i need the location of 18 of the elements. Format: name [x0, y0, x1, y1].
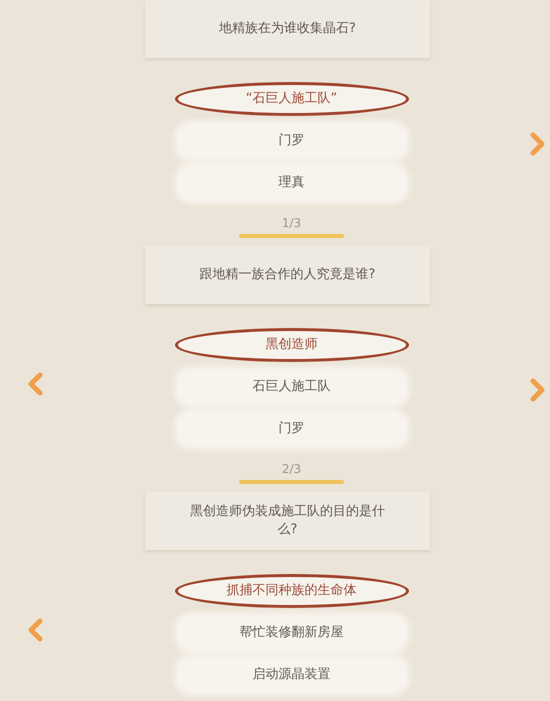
question-text: 地精族在为谁收集晶石?	[219, 20, 356, 38]
chevron-right-icon[interactable]	[528, 378, 547, 402]
chevron-right-icon[interactable]	[528, 132, 547, 156]
answer-option[interactable]: 启动源晶装置	[178, 658, 406, 692]
answer-option[interactable]: 黑创造师	[174, 328, 408, 362]
answer-option[interactable]: 抓捕不同种族的生命体	[174, 574, 408, 608]
answer-option[interactable]: 帮忙装修翻新房屋	[178, 616, 406, 650]
answer-option[interactable]: 石巨人施工队	[178, 370, 406, 404]
question-text: 跟地精一族合作的人究竟是谁?	[200, 266, 376, 284]
page-counter: 2/3	[282, 461, 302, 478]
chevron-left-icon[interactable]	[26, 372, 45, 396]
answer-option[interactable]: 门罗	[178, 412, 406, 446]
answer-option[interactable]: 门罗	[178, 124, 406, 158]
page-counter: 1/3	[282, 215, 302, 232]
question-text: 黑创造师伪装成施工队的目的是什么?	[189, 503, 386, 539]
answer-option[interactable]: 理真	[178, 166, 406, 200]
chevron-left-icon[interactable]	[26, 618, 45, 642]
answer-option[interactable]: “石巨人施工队”	[174, 82, 408, 116]
